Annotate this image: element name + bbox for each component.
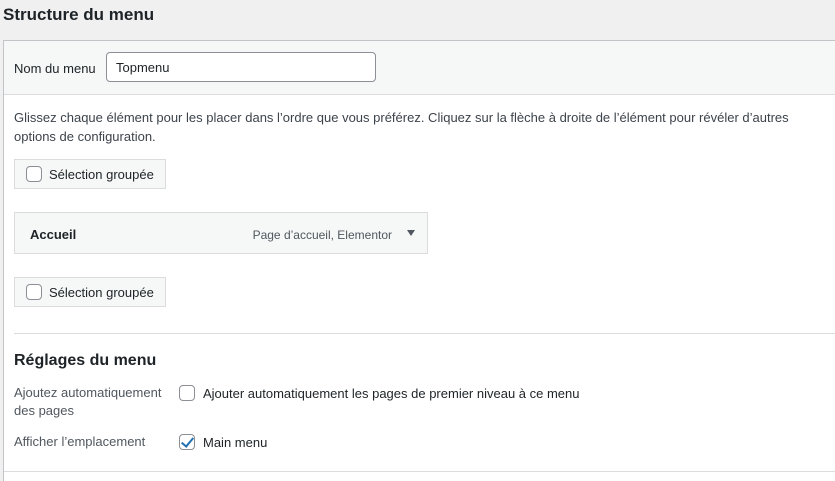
menu-item[interactable]: Accueil Page d’accueil, Elementor — [14, 212, 428, 254]
footer-divider — [4, 471, 835, 472]
section-divider — [14, 333, 835, 334]
page-title: Structure du menu — [3, 5, 155, 24]
auto-add-pages-label: Ajoutez automatiquement des pages — [14, 385, 162, 418]
menu-item-type: Page d’accueil, Elementor — [252, 228, 392, 242]
menu-name-input[interactable] — [106, 52, 376, 82]
auto-add-pages-control[interactable]: Ajouter automatiquement les pages de pre… — [179, 385, 580, 401]
main-menu-option: Main menu — [203, 434, 268, 450]
bulk-select-label: Sélection groupée — [49, 166, 154, 182]
main-menu-checkbox[interactable] — [179, 434, 195, 450]
menu-settings-title: Réglages du menu — [14, 352, 157, 369]
auto-add-pages-option: Ajouter automatiquement les pages de pre… — [203, 385, 580, 401]
expand-arrow-icon[interactable] — [407, 230, 415, 236]
bulk-select-button-bottom[interactable]: Sélection groupée — [14, 277, 166, 307]
drag-instructions: Glissez chaque élément pour les placer d… — [14, 110, 789, 144]
menu-name-label: Nom du menu — [14, 61, 96, 76]
bulk-select-label: Sélection groupée — [49, 284, 154, 300]
auto-add-pages-checkbox[interactable] — [179, 385, 195, 401]
menu-name-bar: Nom du menu — [4, 41, 835, 95]
menu-structure-panel: Nom du menu Glissez chaque élément pour … — [3, 40, 835, 481]
display-location-control[interactable]: Main menu — [179, 434, 267, 450]
bulk-select-checkbox-top[interactable] — [26, 166, 42, 182]
bulk-select-button-top[interactable]: Sélection groupée — [14, 159, 166, 189]
menu-item-title: Accueil — [30, 227, 77, 242]
bulk-select-checkbox-bottom[interactable] — [26, 284, 42, 300]
display-location-label: Afficher l’emplacement — [14, 434, 146, 449]
